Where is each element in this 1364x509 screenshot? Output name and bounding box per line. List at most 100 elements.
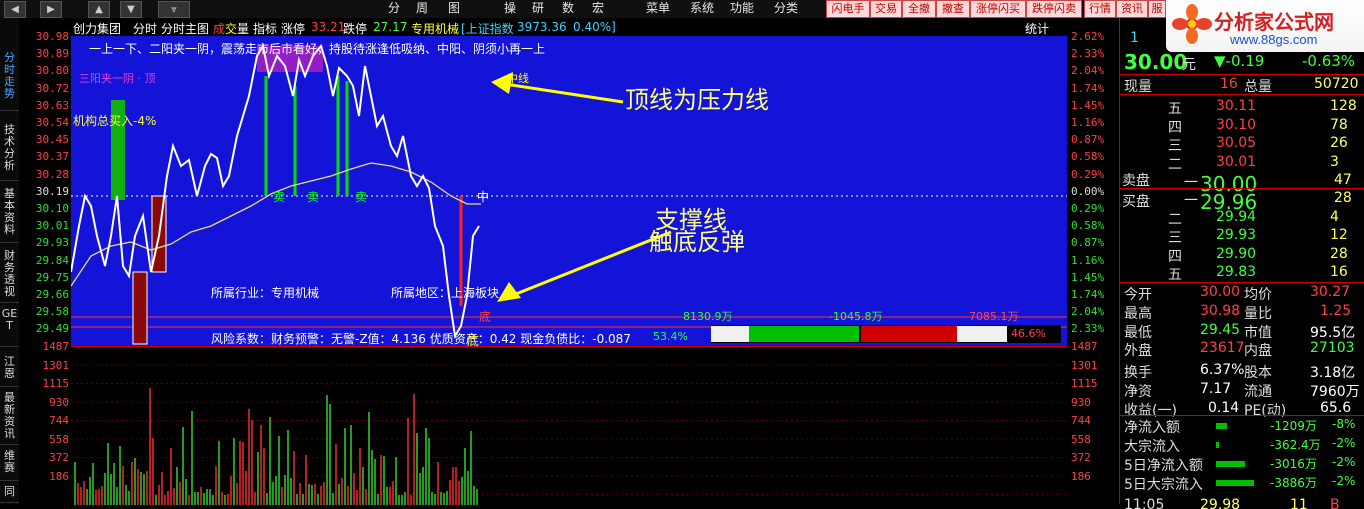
quote-panel: 1 30.00 元 ▼-0.19 -0.63% 现量 16 总量 50720 五… — [1120, 18, 1364, 509]
price-tick: 30.98 — [35, 30, 69, 43]
tab-jishu[interactable]: 技术分析 — [0, 124, 19, 181]
org-buy-text: 机构总买入-4% — [73, 114, 157, 128]
book-volume: 28 — [1330, 245, 1348, 262]
divider — [1120, 94, 1364, 95]
menu-gongneng[interactable]: 功能 — [730, 1, 754, 16]
book-volume: 16 — [1330, 264, 1348, 280]
book-level: 三 — [1168, 138, 1182, 154]
stat-label: 今开 — [1124, 287, 1152, 303]
volume-tick: 558 — [1071, 432, 1091, 446]
book-level: 三 — [1168, 230, 1182, 246]
price-tick: 30.89 — [35, 47, 69, 61]
mid-marker: 中 — [477, 190, 490, 204]
flow-table: 净流入额 -1209万 -8% 大宗流入 -362.4万 -2% 5日净流入额 -3016万 -… — [1120, 417, 1364, 497]
tab-tong[interactable]: 同 — [0, 486, 19, 503]
tab-jiangen[interactable]: 江恩 — [0, 356, 19, 387]
tab-weisai[interactable]: 维赛 — [0, 450, 19, 481]
back-arrow-icon[interactable]: ◀ — [4, 1, 26, 18]
pct-right: 46.6% — [1011, 327, 1046, 340]
annotation-rebound: 触底反弹 — [649, 228, 745, 256]
menu-tu[interactable]: 图 — [448, 1, 460, 16]
stat-value: 23617 — [1200, 340, 1245, 357]
pct-tick: 1.74% — [1071, 288, 1105, 301]
menu-fen[interactable]: 分 — [388, 1, 400, 16]
tab-zuixin[interactable]: 最新资讯 — [0, 392, 19, 445]
forward-arrow-icon[interactable]: ▶ — [40, 1, 62, 18]
book-level: 四 — [1168, 248, 1182, 265]
trade-button[interactable]: 交易 — [870, 0, 902, 18]
menu-zhou[interactable]: 周 — [416, 1, 428, 16]
cancel-all-button[interactable]: 全撤 — [902, 0, 936, 18]
limit-up-buy-button[interactable]: 涨停闪买 — [970, 0, 1026, 18]
bar-value-1: 8130.9万 — [683, 310, 733, 323]
book-volume: 12 — [1330, 227, 1348, 243]
news-button[interactable]: 资讯 — [1116, 0, 1148, 18]
ask-book: 五 30.11 128 四 30.10 78 三 30.05 26 二 30.01 3 一 30.00 47 — [1120, 96, 1364, 196]
book-volume: 4 — [1330, 208, 1339, 225]
volume-tick: 1487 — [42, 340, 70, 353]
down-arrow-icon[interactable]: ▼ — [120, 1, 142, 18]
chart-info-bar: 创力集团 分时 分时主图 成 交 量 指标 涨停 33.21 跌停 27.17 … — [71, 18, 1067, 36]
book-price: 30.10 — [1216, 116, 1257, 133]
pct-tick: 2.33% — [1071, 322, 1105, 336]
pct-tick: 1.16% — [1071, 253, 1105, 267]
signal-text-line2: 三阳夹一阴 · 顶 — [79, 72, 156, 85]
tab-jiben[interactable]: 基本资料 — [0, 188, 19, 243]
stat-value: 65.6 — [1320, 399, 1352, 416]
stat-label: 流通 — [1244, 384, 1272, 400]
menu-yan[interactable]: 研 — [532, 1, 544, 16]
double-down-icon[interactable]: ⩔ — [158, 1, 190, 18]
book-price: 30.11 — [1216, 98, 1257, 114]
stat-label: 最低 — [1124, 324, 1152, 341]
stock-name: 创力集团 — [73, 22, 122, 36]
fund-bar-green — [749, 326, 859, 342]
volume-tick: 1115 — [42, 377, 70, 390]
indicator-menu[interactable]: 指标 — [253, 20, 277, 37]
pct-tick: 1.45% — [1071, 98, 1105, 112]
zongliang-value: 50720 — [1314, 76, 1359, 92]
tab-get[interactable]: GET — [0, 308, 19, 347]
flow-pct: -2% — [1332, 474, 1356, 488]
red-block-1 — [132, 271, 148, 345]
price-tick: 29.84 — [35, 253, 69, 267]
book-level: 二 — [1168, 211, 1182, 228]
tab-caiwu[interactable]: 财务透视 — [0, 250, 19, 303]
lightning-hand-button[interactable]: 闪电手 — [826, 0, 870, 18]
flow-bar — [1216, 423, 1227, 429]
divider — [1120, 282, 1364, 283]
flow-value: -362.4万 — [1270, 438, 1321, 452]
stat-label[interactable]: 统计 — [1025, 20, 1049, 37]
flow-value: -3886万 — [1270, 476, 1317, 490]
book-volume: 47 — [1334, 172, 1352, 188]
flow-label: 5日净流入额 — [1124, 458, 1203, 474]
stat-label: 外盘 — [1124, 343, 1152, 360]
quotes-button[interactable]: 行情 — [1084, 0, 1116, 18]
book-price: 29.94 — [1216, 208, 1257, 225]
menu-shu[interactable]: 数 — [562, 1, 574, 16]
menu-fenlei[interactable]: 分类 — [774, 1, 798, 16]
cancel-query-button[interactable]: 撤查 — [936, 0, 970, 18]
tab-fenshi[interactable]: 分时走势 — [0, 52, 19, 111]
up-arrow-icon[interactable]: ▲ — [88, 1, 110, 18]
pct-tick: 0.58% — [1071, 219, 1105, 233]
limit-down-sell-button[interactable]: 跌停闪卖 — [1026, 0, 1082, 18]
limit-down-label: 跌停 — [343, 22, 368, 36]
tick-cell: 29.98 — [1200, 497, 1241, 509]
price-tick: 29.93 — [35, 236, 69, 250]
fenshi-main-label[interactable]: 分时主图 — [161, 20, 209, 37]
stat-label: 量比 — [1244, 305, 1272, 322]
service-button[interactable]: 服 — [1148, 0, 1166, 18]
menu-xitong[interactable]: 系统 — [690, 1, 714, 16]
menu-hong[interactable]: 宏 — [592, 1, 604, 16]
volume-tick: 1301 — [42, 358, 70, 372]
industry-value: 专用机械 — [271, 286, 320, 300]
menu-caidan[interactable]: 菜单 — [646, 1, 670, 16]
menu-cao[interactable]: 操 — [504, 1, 516, 16]
book-price: 29.93 — [1216, 227, 1257, 243]
price-chart-panel[interactable]: 一上一下、二阳夹一阴，震荡走市后市看好，持股待涨逢低吸纳、中阳、阴须小再一上 三… — [71, 36, 1067, 348]
tick-cell: 11 — [1290, 497, 1308, 509]
flow-value: -3016万 — [1270, 457, 1317, 471]
index-change: 0.40%] — [573, 20, 616, 34]
volume-panel[interactable] — [71, 346, 1067, 505]
fenshi-label[interactable]: 分时 — [133, 20, 157, 37]
